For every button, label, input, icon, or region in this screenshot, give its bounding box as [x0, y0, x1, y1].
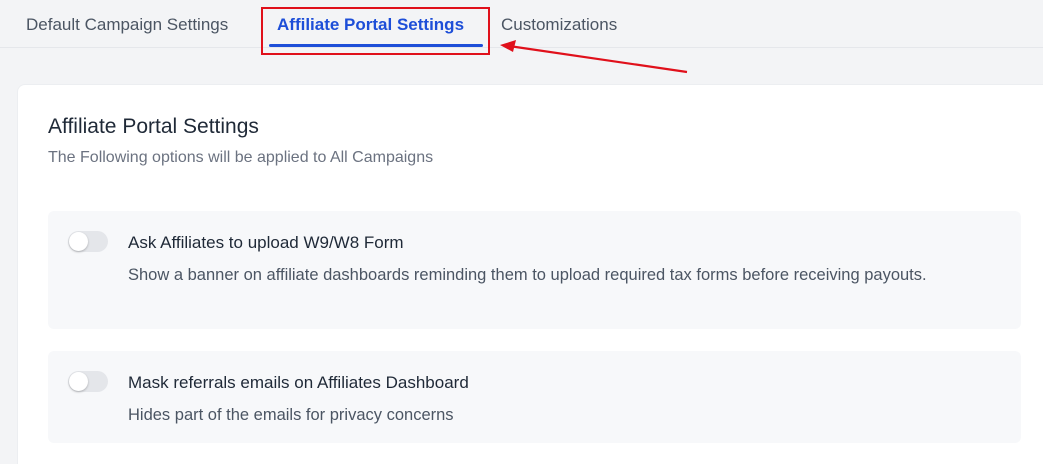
annotation-highlight-box [261, 7, 490, 55]
setting-title: Ask Affiliates to upload W9/W8 Form [128, 233, 404, 252]
setting-w9-w8-upload: Ask Affiliates to upload W9/W8 Form Show… [48, 211, 1021, 329]
mask-referral-emails-toggle[interactable] [68, 371, 108, 392]
setting-description: Hides part of the emails for privacy con… [128, 406, 454, 424]
w9-w8-upload-toggle[interactable] [68, 231, 108, 252]
panel-subtitle: The Following options will be applied to… [48, 149, 434, 166]
tab-default-campaign-settings[interactable]: Default Campaign Settings [26, 15, 228, 35]
annotation-arrow-icon [500, 40, 688, 74]
affiliate-portal-settings-panel: Affiliate Portal Settings The Following … [17, 84, 1043, 464]
panel-title: Affiliate Portal Settings [48, 115, 259, 138]
setting-title: Mask referrals emails on Affiliates Dash… [128, 373, 469, 392]
setting-description: Show a banner on affiliate dashboards re… [128, 266, 927, 284]
tab-customizations[interactable]: Customizations [501, 15, 617, 35]
setting-mask-referral-emails: Mask referrals emails on Affiliates Dash… [48, 351, 1021, 443]
toggle-knob [69, 372, 88, 391]
toggle-knob [69, 232, 88, 251]
